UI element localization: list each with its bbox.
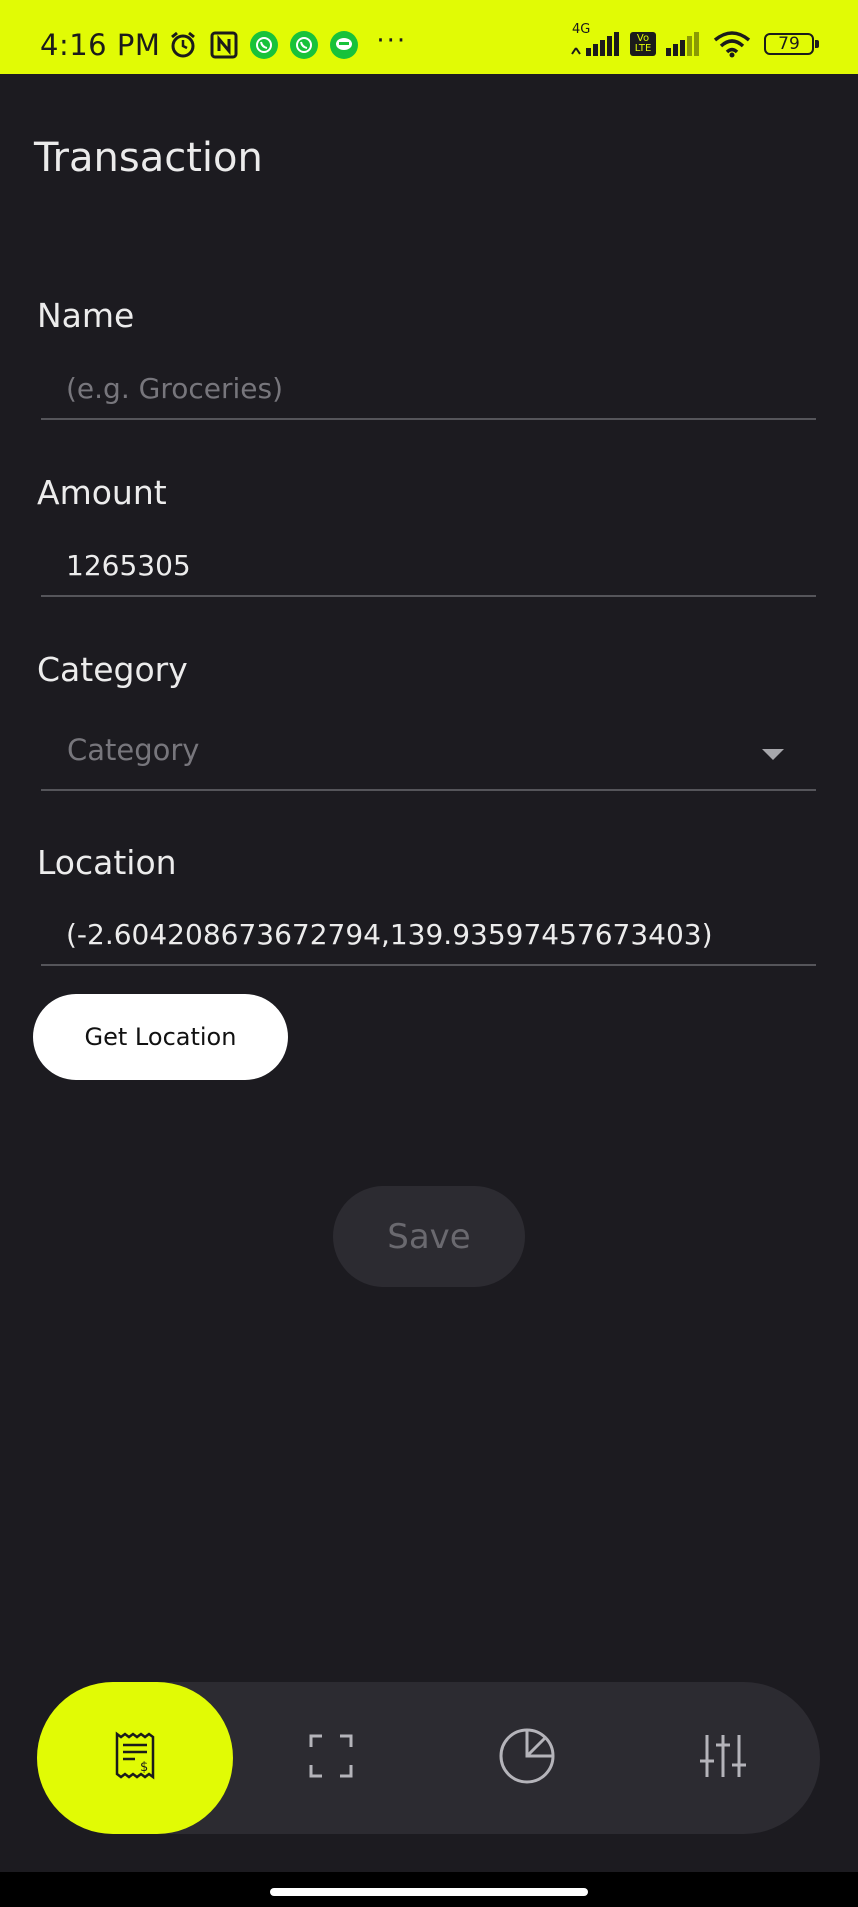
home-bar[interactable] — [270, 1888, 588, 1896]
whatsapp-icon — [250, 31, 279, 59]
home-indicator — [0, 1872, 858, 1907]
status-left: 4:16 PM ··· — [40, 26, 408, 62]
chevron-down-icon — [762, 749, 784, 760]
category-label: Category — [37, 650, 188, 689]
volte-label: Vo LTE — [634, 33, 652, 54]
pie-chart-icon — [497, 1726, 557, 1790]
volte-icon: Vo LTE — [630, 32, 656, 56]
status-time: 4:16 PM — [40, 28, 161, 62]
location-input[interactable] — [41, 904, 816, 966]
get-location-button[interactable]: Get Location — [33, 994, 288, 1080]
category-select[interactable]: Category — [41, 719, 816, 791]
whatsapp-icon — [290, 31, 319, 59]
svg-text:$: $ — [140, 1760, 148, 1775]
signal-icon — [664, 30, 704, 58]
location-label: Location — [37, 843, 177, 882]
network-type-label: 4G — [572, 22, 591, 37]
name-input[interactable] — [41, 358, 816, 420]
battery-level: 79 — [778, 34, 800, 54]
sliders-icon — [699, 1731, 747, 1785]
status-bar: 4:16 PM ··· 4G Vo LTE 79 — [0, 0, 858, 74]
alarm-icon — [168, 30, 198, 60]
nav-item-transactions[interactable]: $ — [37, 1682, 233, 1834]
save-button[interactable]: Save — [333, 1186, 525, 1287]
amount-input[interactable] — [41, 535, 816, 597]
scan-icon — [308, 1733, 354, 1783]
receipt-icon: $ — [113, 1731, 157, 1785]
signal-icon: 4G — [570, 22, 622, 58]
line-icon — [330, 31, 359, 59]
amount-label: Amount — [37, 473, 167, 512]
page-title: Transaction — [34, 135, 263, 181]
battery-icon: 79 — [764, 33, 819, 55]
status-right: 4G Vo LTE 79 — [562, 22, 819, 58]
name-label: Name — [37, 296, 135, 335]
more-dots-icon: ··· — [376, 26, 408, 56]
nav-item-statistics[interactable] — [429, 1682, 625, 1834]
nfc-icon — [210, 31, 238, 59]
bottom-nav: $ — [37, 1682, 820, 1834]
nav-item-settings[interactable] — [625, 1682, 821, 1834]
nav-item-scan[interactable] — [233, 1682, 429, 1834]
category-select-value: Category — [67, 733, 200, 767]
wifi-icon — [712, 30, 752, 58]
